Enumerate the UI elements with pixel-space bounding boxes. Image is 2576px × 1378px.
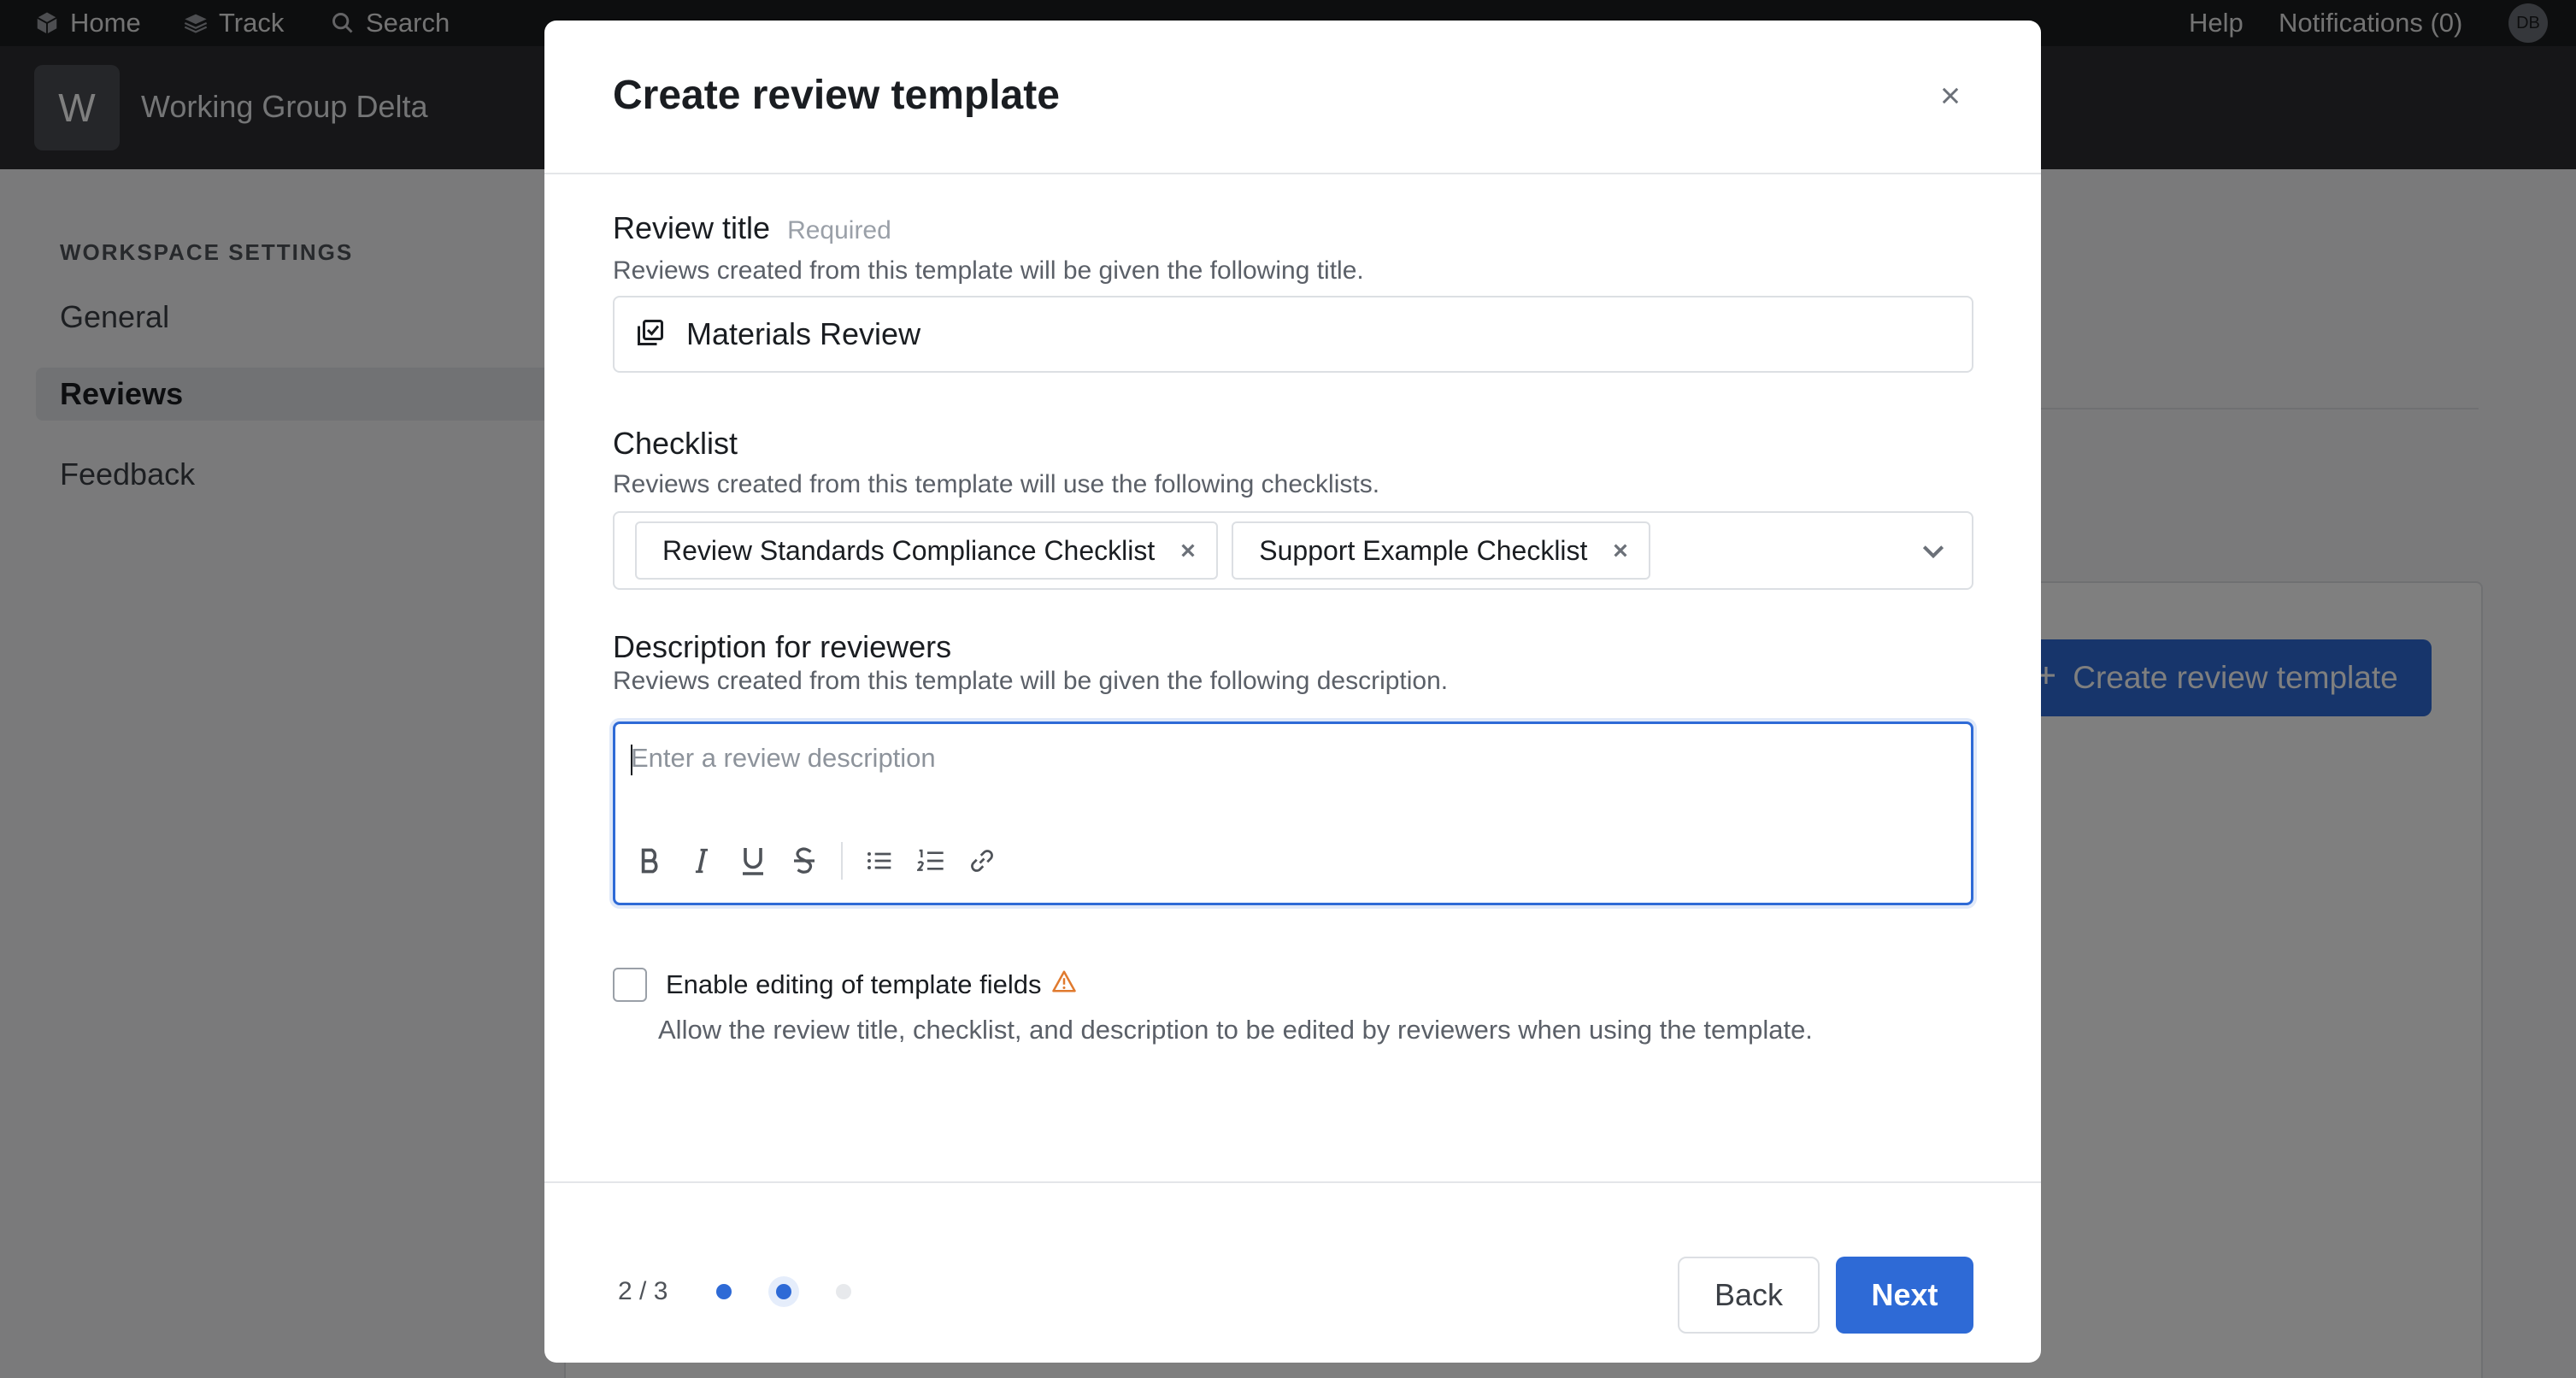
description-label: Description for reviewers	[613, 629, 951, 665]
checklist-chip: Review Standards Compliance Checklist	[635, 521, 1219, 580]
step-dot-1	[716, 1284, 732, 1299]
remove-chip-icon[interactable]	[1608, 538, 1633, 563]
enable-editing-checkbox[interactable]	[613, 968, 647, 1002]
description-label-text: Description for reviewers	[613, 629, 952, 664]
step-dot-2	[776, 1284, 791, 1299]
next-button[interactable]: Next	[1836, 1257, 1973, 1334]
italic-icon[interactable]	[687, 844, 716, 878]
numbered-list-icon[interactable]	[916, 844, 945, 878]
modal-header: Create review template	[544, 21, 2041, 174]
checklist-copy-icon	[635, 317, 666, 352]
toolbar-separator	[841, 842, 843, 880]
strikethrough-icon[interactable]	[790, 844, 819, 878]
checklist-chip: Support Example Checklist	[1232, 521, 1651, 580]
close-button[interactable]	[1925, 72, 1976, 123]
step-counter: 2 / 3	[618, 1277, 668, 1305]
description-help: Reviews created from this template will …	[613, 667, 1449, 695]
description-editor[interactable]: Enter a review description	[613, 721, 1973, 905]
step-dot-3	[836, 1284, 851, 1299]
enable-editing-label-text: Enable editing of template fields	[666, 969, 1042, 999]
review-title-value: Materials Review	[686, 316, 921, 351]
bullet-list-icon[interactable]	[865, 844, 894, 878]
warning-icon	[1051, 969, 1077, 1000]
remove-chip-icon[interactable]	[1175, 538, 1201, 563]
underline-icon[interactable]	[738, 844, 768, 878]
create-review-template-modal: Create review template Review title Requ…	[544, 21, 2041, 1363]
enable-editing-help: Allow the review title, checklist, and d…	[658, 1015, 1813, 1045]
modal-title: Create review template	[613, 73, 1060, 118]
checklist-chip-label: Review Standards Compliance Checklist	[662, 534, 1156, 566]
checklist-select[interactable]: Review Standards Compliance Checklist Su…	[613, 511, 1973, 590]
link-icon[interactable]	[967, 844, 997, 878]
checklist-help: Reviews created from this template will …	[613, 470, 1380, 498]
enable-editing-label[interactable]: Enable editing of template fields	[666, 969, 1077, 1000]
review-title-help: Reviews created from this template will …	[613, 256, 1364, 285]
back-button[interactable]: Back	[1678, 1257, 1820, 1334]
description-placeholder: Enter a review description	[631, 743, 936, 773]
review-title-label: Review title Required	[613, 210, 891, 246]
enable-editing-row: Enable editing of template fields	[613, 968, 1077, 1002]
bold-icon[interactable]	[636, 844, 665, 878]
review-title-label-text: Review title	[613, 210, 771, 245]
checklist-label: Checklist	[613, 426, 738, 462]
close-icon	[1938, 84, 1962, 112]
checklist-label-text: Checklist	[613, 426, 738, 461]
required-indicator: Required	[787, 216, 891, 244]
formatting-toolbar	[636, 842, 997, 880]
modal-footer: 2 / 3 Back Next	[544, 1181, 2041, 1363]
text-caret	[631, 745, 632, 775]
review-title-input[interactable]: Materials Review	[613, 296, 1973, 373]
chevron-down-icon[interactable]	[1919, 537, 1948, 566]
checklist-chip-label: Support Example Checklist	[1259, 534, 1588, 566]
